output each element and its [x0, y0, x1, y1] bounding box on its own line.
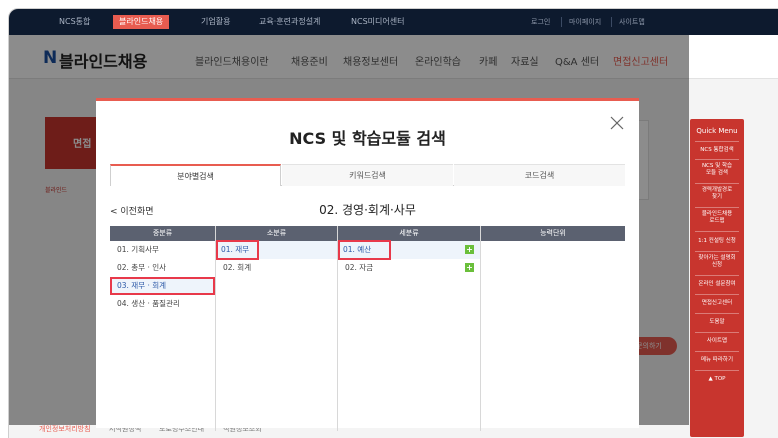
list-item[interactable]: 01. 기획사무: [110, 241, 215, 259]
list-item-label: 01. 재무: [215, 240, 260, 260]
list-item-label: 02. 자금: [345, 263, 374, 272]
sub-category-column: 소분류 01. 재무 02. 회계: [215, 226, 338, 431]
quick-help[interactable]: 도움말: [694, 319, 740, 326]
detail-category-column: 세분류 01. 예산 + 02. 자금 +: [337, 226, 481, 431]
list-item[interactable]: 03. 재무 · 회계: [110, 277, 215, 295]
quick-interview-report[interactable]: 면접신고센터: [694, 300, 740, 307]
divider: [695, 332, 739, 333]
tab-code-search[interactable]: 코드검색: [454, 164, 625, 186]
tab-company[interactable]: 기업활용: [195, 15, 236, 29]
footer-privacy-link[interactable]: 개인정보처리방침: [39, 424, 91, 434]
tab-keyword-search[interactable]: 키워드검색: [282, 164, 453, 186]
divider: [695, 141, 739, 142]
divider: [695, 370, 739, 371]
quick-career-path[interactable]: 경력개발경로 찾기: [694, 187, 740, 201]
quick-module-search[interactable]: NCS 및 학습 모듈 검색: [694, 163, 740, 177]
main-category-column: 중분류 01. 기획사무 02. 총무 · 인사 03. 재무 · 회계 04.…: [110, 226, 216, 431]
quick-briefing[interactable]: 찾아가는 설명회 신청: [694, 255, 740, 269]
list-item[interactable]: 02. 총무 · 인사: [110, 259, 215, 277]
list-item[interactable]: 01. 예산 +: [337, 240, 480, 260]
quick-follow-menu[interactable]: 메뉴 따라하기: [694, 357, 740, 364]
sitemap-link[interactable]: 사이트맵: [619, 15, 645, 29]
quick-ncs-search[interactable]: NCS 통합검색: [694, 147, 740, 154]
browser-frame: NCS통합 블라인드채용 기업활용 교육·훈련과정설계 NCS미디어센터 로그인…: [8, 8, 778, 438]
tab-media[interactable]: NCS미디어센터: [345, 15, 410, 29]
close-icon[interactable]: [609, 115, 625, 131]
divider: [695, 351, 739, 352]
ability-unit-column: 능력단위: [481, 226, 625, 431]
tab-ncs[interactable]: NCS통합: [53, 15, 96, 29]
list-item[interactable]: 01. 재무: [215, 240, 337, 260]
list-item[interactable]: 04. 생산 · 품질관리: [110, 295, 215, 313]
divider: [695, 294, 739, 295]
column-header: 소분류: [216, 226, 337, 241]
column-header: 중분류: [110, 226, 215, 241]
column-header: 능력단위: [481, 226, 625, 241]
quick-top-button[interactable]: ▲ TOP: [694, 376, 740, 383]
tab-training[interactable]: 교육·훈련과정설계: [253, 15, 326, 29]
list-item-label: 01. 예산: [337, 240, 392, 260]
plus-icon[interactable]: +: [465, 245, 474, 254]
ncs-search-modal: NCS 및 학습모듈 검색 분야별검색 키워드검색 코드검색 < 이전화면 02…: [96, 98, 639, 431]
divider: [695, 275, 739, 276]
login-link[interactable]: 로그인: [531, 15, 550, 29]
quick-menu: Quick Menu NCS 통합검색 NCS 및 학습 모듈 검색 경력개발경…: [690, 119, 744, 437]
quick-sitemap[interactable]: 사이트맵: [694, 338, 740, 345]
divider: [695, 251, 739, 252]
quick-menu-title: Quick Menu: [696, 127, 738, 135]
divider: [695, 207, 739, 208]
quick-survey[interactable]: 온라인 설문참여: [694, 281, 740, 288]
quick-consulting[interactable]: 1:1 컨설팅 신청: [694, 238, 740, 245]
top-utility-bar: NCS통합 블라인드채용 기업활용 교육·훈련과정설계 NCS미디어센터 로그인…: [9, 9, 778, 35]
divider: [561, 17, 562, 27]
divider: [611, 17, 612, 27]
list-item[interactable]: 02. 회계: [216, 259, 337, 277]
category-path: 02. 경영·회계·사무: [319, 203, 416, 217]
modal-title: NCS 및 학습모듈 검색: [289, 129, 446, 148]
list-item[interactable]: 02. 자금 +: [338, 259, 480, 277]
tab-category-search[interactable]: 분야별검색: [110, 164, 281, 186]
mypage-link[interactable]: 마이페이지: [569, 15, 601, 29]
divider: [695, 231, 739, 232]
quick-roadmap[interactable]: 블라인드채용 로드맵: [694, 211, 740, 225]
column-header: 세분류: [338, 226, 480, 241]
divider: [695, 183, 739, 184]
search-tabs: 분야별검색 키워드검색 코드검색: [110, 164, 625, 186]
divider: [695, 313, 739, 314]
tab-blind-recruit[interactable]: 블라인드채용: [113, 15, 170, 29]
category-grid: 중분류 01. 기획사무 02. 총무 · 인사 03. 재무 · 회계 04.…: [110, 226, 625, 431]
divider: [695, 159, 739, 160]
plus-icon[interactable]: +: [465, 263, 474, 272]
